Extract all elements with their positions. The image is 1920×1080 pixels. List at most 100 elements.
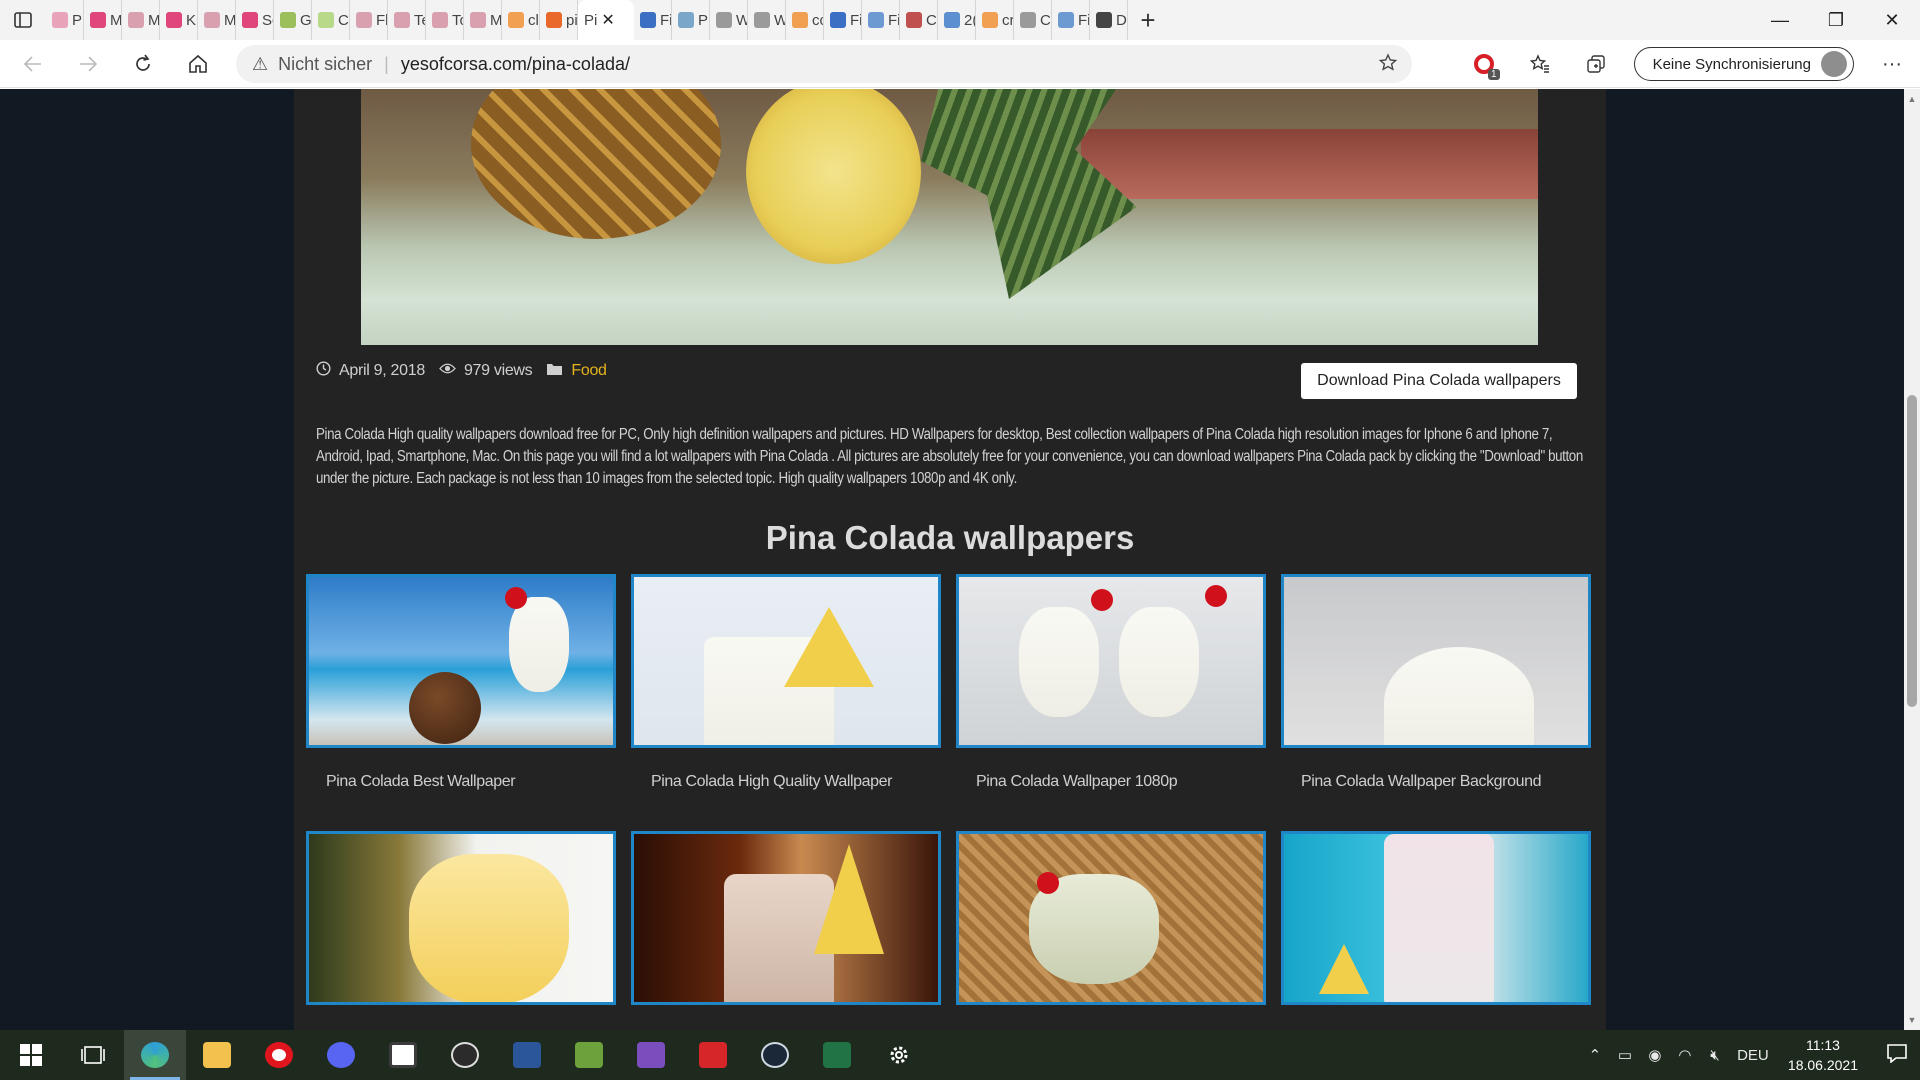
browser-tab[interactable]: M xyxy=(464,0,502,40)
favorites-button[interactable] xyxy=(1512,40,1568,88)
tab-label: cr xyxy=(1002,11,1014,29)
taskbar-app-opera[interactable] xyxy=(248,1030,310,1080)
home-button[interactable] xyxy=(176,44,220,84)
wallpaper-thumbnail[interactable] xyxy=(1281,831,1591,1005)
browser-tab[interactable]: Fl xyxy=(350,0,388,40)
tab-favicon-icon xyxy=(716,12,732,28)
browser-tab[interactable]: Fi xyxy=(1052,0,1090,40)
taskbar-app-excel[interactable] xyxy=(806,1030,868,1080)
browser-tab[interactable]: M xyxy=(198,0,236,40)
taskbar-app-discord[interactable] xyxy=(310,1030,372,1080)
wallpaper-caption[interactable]: Pina Colada Wallpaper 1080p xyxy=(956,773,1266,791)
address-bar[interactable]: ⚠ Nicht sicher | yesofcorsa.com/pina-col… xyxy=(236,45,1412,83)
browser-tab[interactable]: M xyxy=(122,0,160,40)
hero-image[interactable] xyxy=(361,89,1538,345)
extension-button[interactable]: 1 xyxy=(1456,40,1512,88)
taskbar-app-lock[interactable] xyxy=(434,1030,496,1080)
browser-tab[interactable]: Kl xyxy=(160,0,198,40)
wallpaper-thumbnail[interactable] xyxy=(956,574,1266,748)
notification-center-icon[interactable] xyxy=(1874,1043,1920,1068)
wallpaper-card[interactable] xyxy=(631,831,941,1005)
browser-tab[interactable]: C xyxy=(900,0,938,40)
clock[interactable]: 11:13 18.06.2021 xyxy=(1788,1035,1858,1075)
taskbar-app-edge[interactable] xyxy=(124,1030,186,1080)
chevron-up-icon[interactable]: ⌃ xyxy=(1580,1046,1610,1064)
page-scrollbar[interactable]: ▲ ▼ xyxy=(1904,89,1920,1030)
browser-tab[interactable]: Pi xyxy=(46,0,84,40)
browser-tab[interactable]: W xyxy=(748,0,786,40)
minimize-button[interactable]: — xyxy=(1752,0,1808,40)
browser-tab[interactable]: W xyxy=(710,0,748,40)
taskbar-app-settings[interactable] xyxy=(868,1030,930,1080)
language-indicator[interactable]: DEU xyxy=(1730,1047,1776,1064)
close-tab-icon[interactable]: ✕ xyxy=(601,10,614,30)
active-tab[interactable]: Pi ✕ xyxy=(578,0,634,40)
browser-tab[interactable]: D xyxy=(1090,0,1128,40)
browser-tab[interactable]: 2( xyxy=(938,0,976,40)
restore-button[interactable]: ❐ xyxy=(1808,0,1864,40)
browser-tab[interactable]: cr xyxy=(976,0,1014,40)
browser-tab[interactable]: Sc xyxy=(236,0,274,40)
wallpaper-card[interactable]: Pina Colada High Quality Wallpaper xyxy=(631,574,941,791)
volume-muted-icon[interactable]: 🔇︎ xyxy=(1700,1047,1730,1064)
browser-tab[interactable]: Fi xyxy=(634,0,672,40)
wallpaper-thumbnail[interactable] xyxy=(306,831,616,1005)
battery-icon[interactable]: ▭ xyxy=(1610,1046,1640,1064)
browser-tab[interactable]: cl xyxy=(502,0,540,40)
browser-tab[interactable]: G xyxy=(274,0,312,40)
wallpaper-card[interactable] xyxy=(956,831,1266,1005)
network-icon[interactable]: ◠ xyxy=(1670,1046,1700,1064)
url-text[interactable]: yesofcorsa.com/pina-colada/ xyxy=(401,54,630,75)
taskbar-app-explorer[interactable] xyxy=(186,1030,248,1080)
security-label[interactable]: Nicht sicher xyxy=(278,54,372,75)
back-button[interactable] xyxy=(11,44,55,84)
collections-button[interactable] xyxy=(1568,40,1624,88)
download-wallpapers-button[interactable]: Download Pina Colada wallpapers xyxy=(1301,363,1577,399)
wallpaper-caption[interactable]: Pina Colada High Quality Wallpaper xyxy=(631,773,941,791)
wallpaper-card[interactable]: Pina Colada Wallpaper 1080p xyxy=(956,574,1266,791)
taskbar-app-steam[interactable] xyxy=(744,1030,806,1080)
wallpaper-caption[interactable]: Pina Colada Wallpaper Background xyxy=(1281,773,1591,791)
browser-tab[interactable]: C xyxy=(1014,0,1052,40)
warning-icon[interactable]: ⚠ xyxy=(252,54,268,75)
taskbar-app-code-editor[interactable] xyxy=(372,1030,434,1080)
browser-tab[interactable]: C xyxy=(312,0,350,40)
wallpaper-thumbnail[interactable] xyxy=(631,574,941,748)
wallpaper-thumbnail[interactable] xyxy=(631,831,941,1005)
category-link[interactable]: Food xyxy=(571,362,607,380)
wallpaper-card[interactable] xyxy=(306,831,616,1005)
tab-actions-button[interactable] xyxy=(0,0,46,40)
new-tab-button[interactable]: + xyxy=(1128,0,1168,40)
close-window-button[interactable]: ✕ xyxy=(1864,0,1920,40)
taskbar-app-paint[interactable] xyxy=(558,1030,620,1080)
scroll-down-arrow-icon[interactable]: ▼ xyxy=(1904,1012,1920,1028)
browser-tab[interactable]: To xyxy=(426,0,464,40)
start-button[interactable] xyxy=(0,1030,62,1080)
wallpaper-card[interactable]: Pina Colada Best Wallpaper xyxy=(306,574,616,791)
steam-tray-icon[interactable]: ◉ xyxy=(1640,1046,1670,1064)
more-menu-button[interactable]: ··· xyxy=(1864,40,1920,88)
browser-tab[interactable]: Fi xyxy=(824,0,862,40)
taskbar-app-word[interactable] xyxy=(496,1030,558,1080)
profile-sync-button[interactable]: Keine Synchronisierung xyxy=(1633,47,1854,81)
taskbar-app-visual-studio[interactable] xyxy=(620,1030,682,1080)
wallpaper-thumbnail[interactable] xyxy=(956,831,1266,1005)
scrollbar-thumb[interactable] xyxy=(1907,395,1917,707)
wallpaper-card[interactable]: Pina Colada Wallpaper Background xyxy=(1281,574,1591,791)
forward-button[interactable] xyxy=(66,44,110,84)
browser-tab[interactable]: M xyxy=(84,0,122,40)
browser-tab[interactable]: Te xyxy=(388,0,426,40)
browser-tab[interactable]: pi xyxy=(540,0,578,40)
wallpaper-thumbnail[interactable] xyxy=(1281,574,1591,748)
browser-tab[interactable]: cc xyxy=(786,0,824,40)
wallpaper-caption[interactable]: Pina Colada Best Wallpaper xyxy=(306,773,616,791)
add-favorite-icon[interactable] xyxy=(1378,53,1398,79)
wallpaper-thumbnail[interactable] xyxy=(306,574,616,748)
wallpaper-card[interactable] xyxy=(1281,831,1591,1005)
scroll-up-arrow-icon[interactable]: ▲ xyxy=(1904,91,1920,107)
browser-tab[interactable]: Pi xyxy=(672,0,710,40)
browser-tab[interactable]: Fi xyxy=(862,0,900,40)
task-view-button[interactable] xyxy=(62,1030,124,1080)
reload-button[interactable] xyxy=(121,44,165,84)
taskbar-app-pdf[interactable] xyxy=(682,1030,744,1080)
